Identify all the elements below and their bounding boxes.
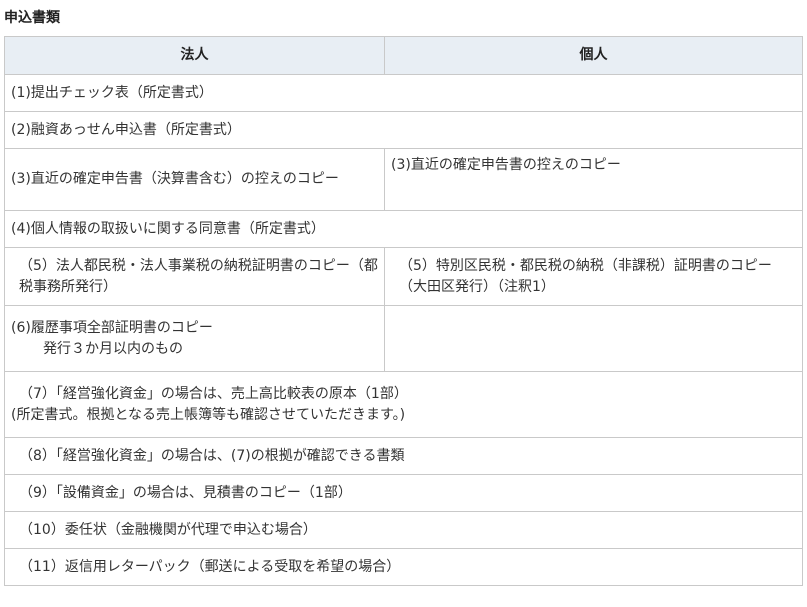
section-heading: 申込書類 <box>4 10 60 26</box>
table-row: （10）委任状（金融機関が代理で申込む場合） <box>4 511 803 549</box>
row-11-cell: （11）返信用レターパック（郵送による受取を希望の場合） <box>4 548 803 586</box>
column-header-individual: 個人 <box>384 36 803 75</box>
table-row: （5）法人都民税・法人事業税の納税証明書のコピー（都税事務所発行） （5）特別区… <box>4 247 803 306</box>
row-7-cell: （7）「経営強化資金」の場合は、売上高比較表の原本（1部） (所定書式。根拠とな… <box>4 371 803 438</box>
column-header-corporate: 法人 <box>4 36 385 75</box>
row-6-corporate-cell: (6)履歴事項全部証明書のコピー 発行３か月以内のもの <box>4 305 385 372</box>
table-row: (4)個人情報の取扱いに関する同意書（所定書式） <box>4 210 803 248</box>
documents-table: 法人 個人 (1)提出チェック表（所定書式） (2)融資あっせん申込書（所定書式… <box>4 36 803 586</box>
row-9-cell: （9）「設備資金」の場合は、見積書のコピー（1部） <box>4 474 803 512</box>
row-1-cell: (1)提出チェック表（所定書式） <box>4 74 803 112</box>
row-3-corporate-cell: (3)直近の確定申告書（決算書含む）の控えのコピー <box>4 148 385 211</box>
table-row: (3)直近の確定申告書（決算書含む）の控えのコピー (3)直近の確定申告書の控え… <box>4 148 803 211</box>
page: 申込書類 法人 個人 (1)提出チェック表（所定書式） (2)融資あっせん申込書… <box>0 0 807 607</box>
row-4-cell: (4)個人情報の取扱いに関する同意書（所定書式） <box>4 210 803 248</box>
row-3-individual-cell: (3)直近の確定申告書の控えのコピー <box>384 148 803 211</box>
row-2-cell: (2)融資あっせん申込書（所定書式） <box>4 111 803 149</box>
table-row: (6)履歴事項全部証明書のコピー 発行３か月以内のもの <box>4 305 803 372</box>
table-row: （11）返信用レターパック（郵送による受取を希望の場合） <box>4 548 803 586</box>
row-5-corporate-cell: （5）法人都民税・法人事業税の納税証明書のコピー（都税事務所発行） <box>4 247 385 306</box>
row-8-cell: （8）「経営強化資金」の場合は、(7)の根拠が確認できる書類 <box>4 437 803 475</box>
table-row: (2)融資あっせん申込書（所定書式） <box>4 111 803 149</box>
table-row: (1)提出チェック表（所定書式） <box>4 74 803 112</box>
row-6-individual-cell <box>384 305 803 372</box>
table-row: （7）「経営強化資金」の場合は、売上高比較表の原本（1部） (所定書式。根拠とな… <box>4 371 803 438</box>
table-row: （8）「経営強化資金」の場合は、(7)の根拠が確認できる書類 <box>4 437 803 475</box>
table-row: （9）「設備資金」の場合は、見積書のコピー（1部） <box>4 474 803 512</box>
table-header-row: 法人 個人 <box>4 36 803 75</box>
row-10-cell: （10）委任状（金融機関が代理で申込む場合） <box>4 511 803 549</box>
row-7-line-2: (所定書式。根拠となる売上帳簿等も確認させていただきます。) <box>11 406 406 423</box>
row-6-line-1: (6)履歴事項全部証明書のコピー <box>11 319 213 336</box>
row-7-line-1: （7）「経営強化資金」の場合は、売上高比較表の原本（1部） <box>19 385 408 402</box>
row-5-individual-cell: （5）特別区民税・都民税の納税（非課税）証明書のコピー（大田区発行）（注釈1） <box>384 247 803 306</box>
row-6-line-2: 発行３か月以内のもの <box>43 340 183 357</box>
